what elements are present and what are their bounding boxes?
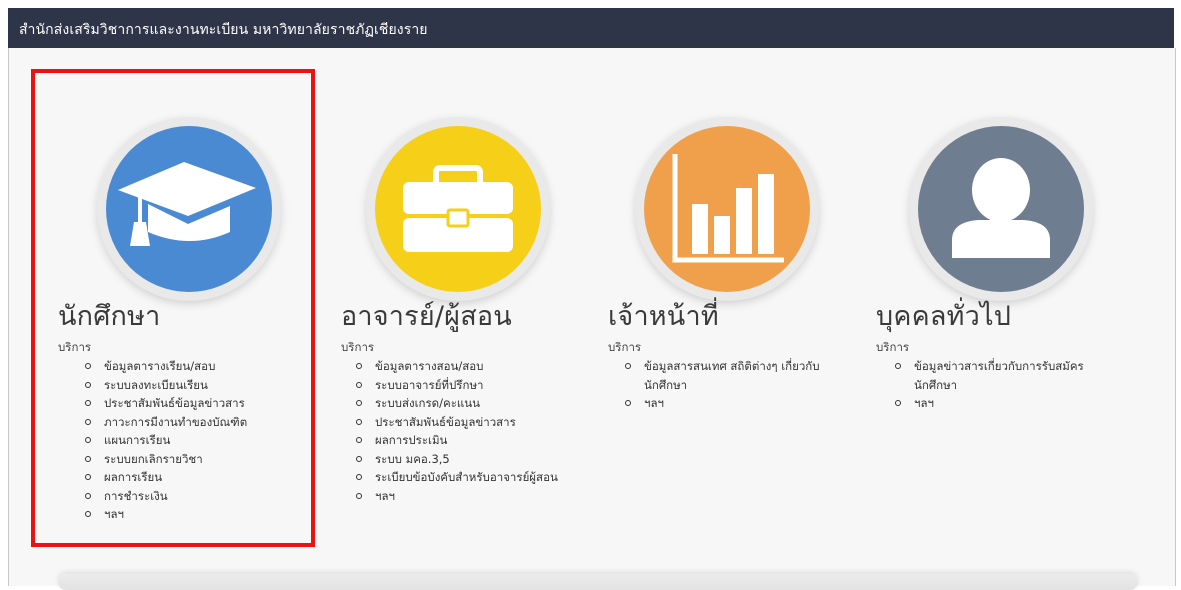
section-title-public[interactable]: บุคคลทั่วไป <box>876 294 1011 337</box>
bar-chart-icon <box>672 154 784 263</box>
person-icon <box>952 158 1050 258</box>
site-title[interactable]: สำนักส่งเสริมวิชาการและงานทะเบียน มหาวิท… <box>19 19 428 41</box>
list-item[interactable]: ระเบียบข้อบังคับสำหรับอาจารย์ผู้สอน <box>354 468 558 487</box>
services-list-public: ข้อมูลข่าวสารเกี่ยวกับการรับสมัครนักศึกษ… <box>893 357 1123 413</box>
list-item[interactable]: ฯลฯ <box>354 487 558 506</box>
list-item[interactable]: ผลการประเมิน <box>354 431 558 450</box>
services-label-teacher: บริการ <box>341 340 375 354</box>
teacher-circle[interactable] <box>375 126 541 292</box>
header-bar: สำนักส่งเสริมวิชาการและงานทะเบียน มหาวิท… <box>8 8 1174 48</box>
list-item[interactable]: ข้อมูลตารางสอน/สอบ <box>354 357 558 376</box>
services-list-staff: ข้อมูลสารสนเทศ สถิติต่างๆ เกี่ยวกับนักศึ… <box>623 357 853 413</box>
public-circle[interactable] <box>918 126 1084 292</box>
list-item[interactable]: ประชาสัมพันธ์ข้อมูลข่าวสาร <box>354 413 558 432</box>
services-list-teacher: ข้อมูลตารางสอน/สอบ ระบบอาจารย์ที่ปรึกษา … <box>354 357 558 505</box>
section-title-staff[interactable]: เจ้าหน้าที่ <box>608 294 719 337</box>
services-label-public: บริการ <box>876 340 910 354</box>
services-label-staff: บริการ <box>608 340 642 354</box>
list-item[interactable]: ฯลฯ <box>893 394 1123 413</box>
briefcase-icon <box>403 165 513 252</box>
footer-shadow <box>58 574 1138 590</box>
staff-circle[interactable] <box>644 126 810 292</box>
section-title-teacher[interactable]: อาจารย์/ผู้สอน <box>341 294 512 337</box>
highlight-box <box>31 69 315 547</box>
list-item[interactable]: ข้อมูลสารสนเทศ สถิติต่างๆ เกี่ยวกับนักศึ… <box>623 357 853 394</box>
list-item[interactable]: ระบบส่งเกรด/คะแนน <box>354 394 558 413</box>
list-item[interactable]: ข้อมูลข่าวสารเกี่ยวกับการรับสมัครนักศึกษ… <box>893 357 1123 394</box>
list-item[interactable]: ระบบอาจารย์ที่ปรึกษา <box>354 376 558 395</box>
list-item[interactable]: ฯลฯ <box>623 394 853 413</box>
list-item[interactable]: ระบบ มคอ.3,5 <box>354 450 558 469</box>
